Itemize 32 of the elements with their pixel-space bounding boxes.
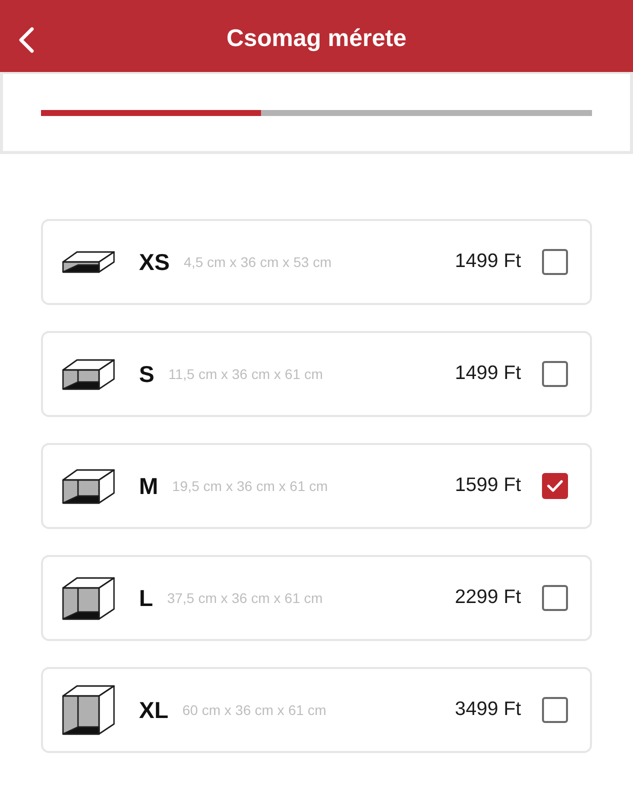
size-option-card[interactable]: M 19,5 cm x 36 cm x 61 cm 1599 Ft [41,443,592,529]
open-box-icon [62,468,115,504]
price-text: 2299 Ft [454,585,521,610]
checkmark-icon [547,480,563,492]
size-label: S [139,362,154,386]
dimensions-text: 19,5 cm x 36 cm x 61 cm [172,476,328,496]
size-label: L [139,586,154,610]
checkbox[interactable] [542,249,568,275]
dimensions-text: 4,5 cm x 36 cm x 53 cm [184,252,332,272]
size-option-card[interactable]: XS 4,5 cm x 36 cm x 53 cm 1499 Ft [41,219,592,305]
checkbox[interactable] [542,361,568,387]
price-text: 1499 Ft [454,249,521,274]
checkbox[interactable] [542,697,568,723]
price-text: 1599 Ft [454,473,521,498]
checkbox[interactable] [542,585,568,611]
size-option-card[interactable]: L 37,5 cm x 36 cm x 61 cm 2299 Ft [41,555,592,641]
price-text: 3499 Ft [454,697,521,722]
size-label: XL [139,698,168,722]
screen-title: Csomag mérete [226,24,407,54]
dimensions-text: 60 cm x 36 cm x 61 cm [182,700,326,720]
size-label: M [139,474,158,498]
price-text: 1499 Ft [454,361,521,386]
dimensions-text: 11,5 cm x 36 cm x 61 cm [168,364,323,384]
dimensions-text: 37,5 cm x 36 cm x 61 cm [167,588,323,608]
open-box-icon [62,685,115,735]
size-option-card[interactable]: XL 60 cm x 36 cm x 61 cm 3499 Ft [41,667,592,753]
size-option-card[interactable]: S 11,5 cm x 36 cm x 61 cm 1499 Ft [41,331,592,417]
checkbox[interactable] [542,473,568,499]
size-label: XS [139,250,170,274]
open-box-icon [62,251,115,273]
open-box-icon [62,576,115,620]
open-box-icon [62,358,115,390]
